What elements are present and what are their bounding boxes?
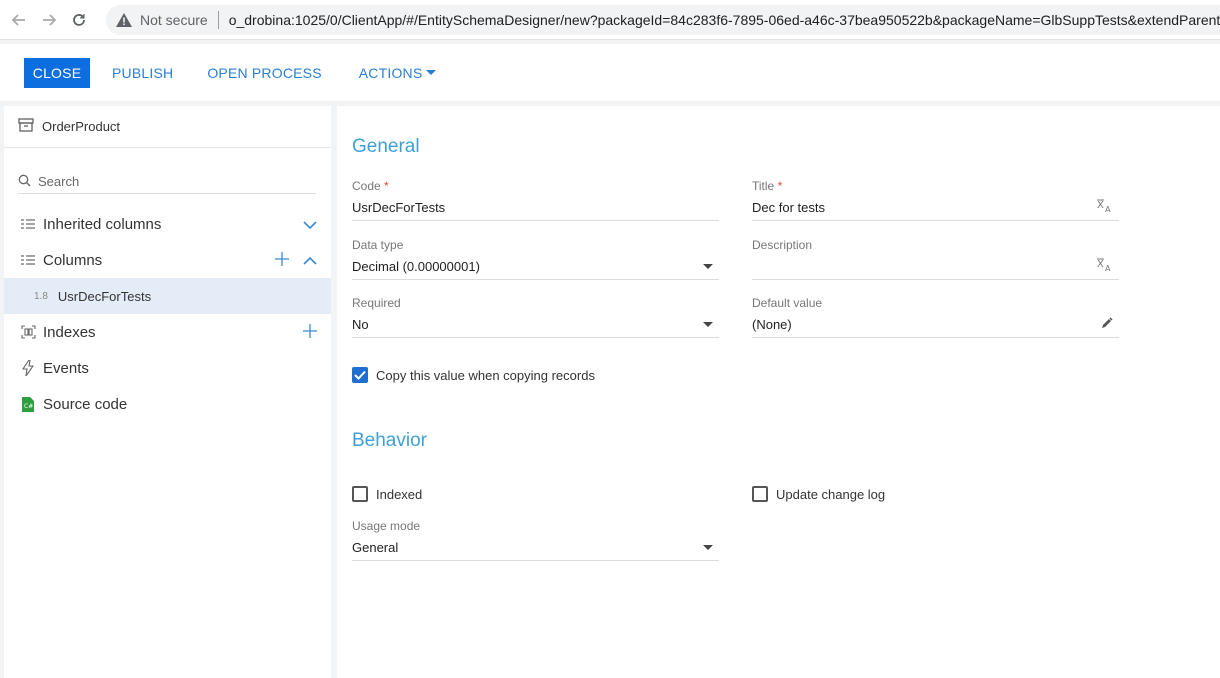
lightning-icon [20,360,36,376]
search-placeholder: Search [38,174,80,189]
svg-text:X: X [1097,259,1104,270]
sidebar-item-label: Inherited columns [43,215,162,233]
sidebar-item-inherited-columns[interactable]: Inherited columns [4,206,331,242]
title-value: Dec for tests [752,200,825,215]
required-field[interactable]: Required No [352,296,719,338]
indexed-checkbox-row[interactable]: Indexed [352,486,422,502]
not-secure-label: Not secure [140,12,208,28]
sidebar-item-source-code[interactable]: C# Source code [4,386,331,422]
actions-label: ACTIONS [358,64,423,81]
source-code-file-icon: C# [20,396,36,412]
forward-arrow-icon[interactable] [34,5,64,35]
object-name: OrderProduct [42,119,121,134]
dropdown-arrow-icon [703,322,713,327]
description-input[interactable]: XA [752,254,1119,280]
usage-mode-select[interactable]: General [352,535,719,561]
browser-bar: Not secure o_drobina:1025/0/ClientApp/#/… [0,0,1220,40]
column-name: UsrDecForTests [57,288,152,304]
update-change-log-checkbox[interactable] [752,486,768,502]
url-separator [217,11,219,29]
sidebar-item-label: Source code [43,395,128,413]
code-label: Code * [352,179,719,195]
svg-text:A: A [1105,205,1111,213]
dropdown-arrow-icon [703,545,713,550]
general-section-title: General [352,136,420,157]
warning-icon [116,13,132,27]
sidebar-item-indexes[interactable]: Indexes [4,314,331,350]
caret-down-icon [426,70,437,75]
usage-mode-value: General [352,540,399,555]
sidebar-item-label: Columns [43,251,103,269]
sidebar-item-events[interactable]: Events [4,350,331,386]
search-icon [18,174,31,190]
svg-text:C#: C# [24,403,33,410]
column-list-icon [20,218,36,230]
chevron-up-icon[interactable] [303,250,317,270]
title-label: Title * [752,179,1119,195]
sidebar-item-label: Events [43,359,89,377]
schema-sidebar: OrderProduct Search Inherited columns Co… [4,106,331,678]
code-field[interactable]: Code * UsrDecForTests [352,179,719,221]
translate-icon[interactable]: XA [1097,258,1113,275]
column-number: 1.8 [34,290,48,302]
title-input[interactable]: Dec for tests XA [752,195,1119,221]
open-process-button[interactable]: OPEN PROCESS [207,65,321,81]
code-label-text: Code [352,179,381,193]
required-value: No [352,317,369,332]
default-value-input[interactable]: (None) [752,312,1119,338]
svg-text:X: X [1097,200,1104,211]
copy-value-checkbox[interactable] [352,367,368,383]
title-label-text: Title [752,179,775,193]
address-bar[interactable]: Not secure o_drobina:1025/0/ClientApp/#/… [106,5,1220,35]
default-value-label: Default value [752,296,823,310]
translate-icon[interactable]: XA [1097,199,1113,216]
default-value-field[interactable]: Default value (None) [752,296,1119,338]
usage-mode-label: Usage mode [352,519,421,533]
data-type-label: Data type [352,238,404,252]
publish-button[interactable]: PUBLISH [112,65,173,81]
designer-toolbar: CLOSE PUBLISH OPEN PROCESS ACTIONS [0,44,1220,101]
add-index-plus-icon[interactable] [303,322,317,342]
title-field[interactable]: Title * Dec for tests XA [752,179,1119,221]
search-input[interactable]: Search [18,170,316,194]
sidebar-item-columns[interactable]: Columns [4,242,331,278]
data-type-select[interactable]: Decimal (0.00000001) [352,254,719,280]
required-mark: * [384,179,389,193]
required-select[interactable]: No [352,312,719,338]
back-arrow-icon[interactable] [4,5,34,35]
update-change-log-checkbox-row[interactable]: Update change log [752,486,885,502]
dropdown-arrow-icon [703,264,713,269]
pencil-edit-icon[interactable] [1101,317,1113,332]
indexed-label: Indexed [376,486,423,502]
update-change-log-label: Update change log [776,486,886,502]
required-label: Required [352,296,401,310]
index-icon [20,325,36,339]
copy-value-label: Copy this value when copying records [376,367,595,383]
behavior-section-title: Behavior [352,430,427,451]
description-label: Description [752,238,813,252]
indexed-checkbox[interactable] [352,486,368,502]
usage-mode-field[interactable]: Usage mode General [352,519,719,561]
data-type-field[interactable]: Data type Decimal (0.00000001) [352,238,719,280]
object-header: OrderProduct [4,106,331,148]
chevron-down-icon[interactable] [303,214,317,234]
column-list-icon [20,254,36,266]
default-value-value: (None) [752,317,792,332]
svg-text:A: A [1105,264,1111,272]
column-properties-panel: General Code * UsrDecForTests Title * De… [337,106,1220,678]
url-text: o_drobina:1025/0/ClientApp/#/EntitySchem… [228,12,1220,28]
code-value: UsrDecForTests [352,200,446,215]
data-type-value: Decimal (0.00000001) [352,259,480,274]
actions-menu-button[interactable]: ACTIONS [359,65,437,81]
code-input[interactable]: UsrDecForTests [352,195,719,221]
required-mark: * [777,179,783,193]
reload-icon[interactable] [64,5,94,35]
description-field[interactable]: Description XA [752,238,1119,280]
column-item-selected[interactable]: 1.8 UsrDecForTests [4,278,331,314]
copy-value-checkbox-row[interactable]: Copy this value when copying records [352,367,595,383]
close-button[interactable]: CLOSE [24,57,90,88]
sidebar-item-label: Indexes [43,323,96,341]
archive-box-icon [18,118,34,135]
add-column-plus-icon[interactable] [275,250,289,270]
